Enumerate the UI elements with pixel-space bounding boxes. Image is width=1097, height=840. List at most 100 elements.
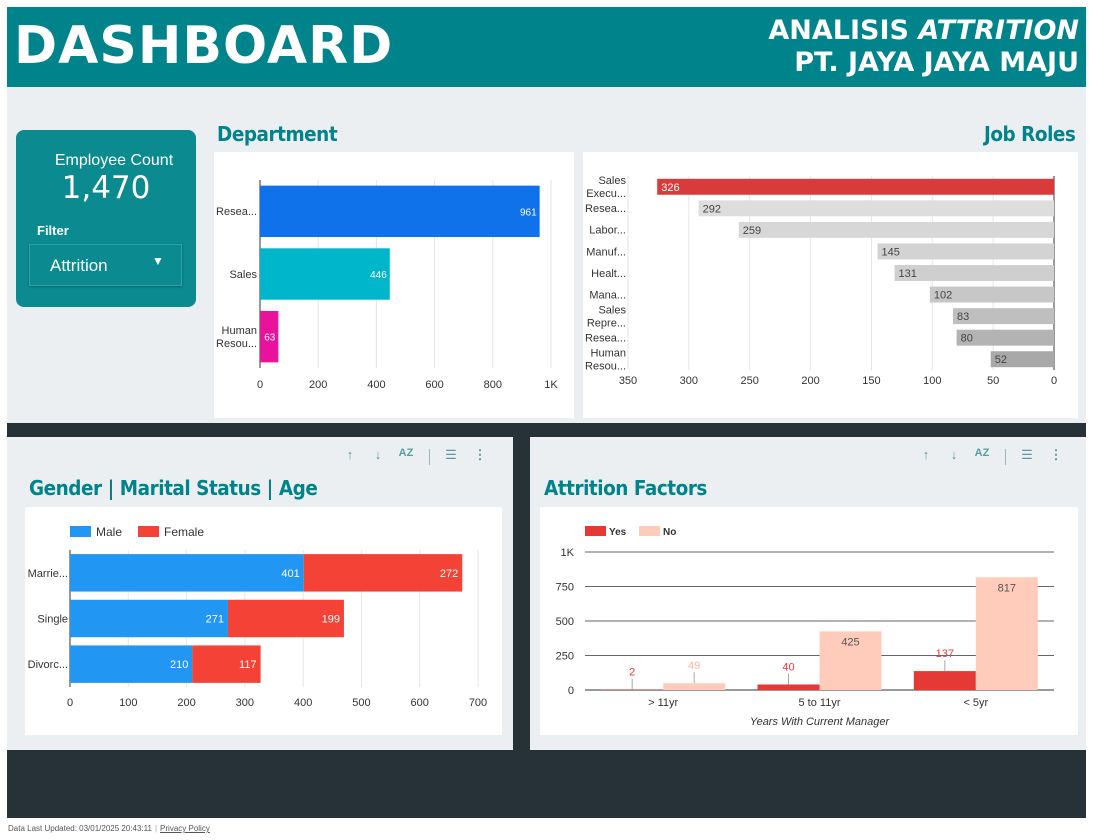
data-label: 259 <box>743 225 761 237</box>
data-label: 102 <box>934 290 952 302</box>
job-roles-chart: 350 300 250 200 150 100 50 0326SalesExecu...292… <box>583 152 1078 418</box>
job-roles-chart-title: Job Roles <box>983 122 1076 146</box>
bar <box>738 221 1054 238</box>
legend-label: Female <box>164 525 204 539</box>
x-tick-label: 500 <box>352 697 370 709</box>
legend-swatch <box>138 526 159 537</box>
x-tick-label: 100 <box>119 697 137 709</box>
bar-segment <box>303 554 463 592</box>
bar <box>260 185 540 238</box>
toolbar-divider <box>1005 449 1006 465</box>
data-label: 145 <box>882 246 900 258</box>
data-label: 210 <box>170 659 188 671</box>
sort-descending-icon[interactable]: ↓ <box>368 447 388 462</box>
category-label: Resou... <box>585 361 626 373</box>
data-label: 52 <box>995 354 1007 366</box>
toolbar-divider <box>429 449 430 465</box>
filter-icon[interactable]: ☰ <box>441 447 461 463</box>
bar-segment <box>70 599 228 638</box>
x-tick-label: 600 <box>425 379 443 391</box>
x-tick-label: 800 <box>484 379 502 391</box>
category-label: Resea... <box>216 206 257 218</box>
data-label: 817 <box>998 582 1016 594</box>
data-label: 961 <box>520 207 537 218</box>
legend-swatch <box>70 526 91 537</box>
legend-swatch <box>585 526 606 536</box>
x-tick-label: 100 <box>923 375 941 387</box>
x-tick-label: 0 <box>257 379 263 391</box>
x-tick-label: 5 to 11yr <box>799 697 841 709</box>
data-label: 40 <box>782 661 794 673</box>
more-options-icon[interactable]: ⋮ <box>470 447 490 463</box>
category-label: Resea... <box>585 203 626 215</box>
data-label: 272 <box>440 568 458 580</box>
data-label: 271 <box>206 614 224 626</box>
x-tick-label: 200 <box>177 697 195 709</box>
y-tick-label: 250 <box>556 651 574 663</box>
caret-down-icon: ▼ <box>152 254 164 268</box>
dashboard-subtitle-line2: PT. JAYA JAYA MAJU <box>794 47 1079 78</box>
legend-label: Yes <box>609 527 627 538</box>
x-tick-label: 200 <box>801 375 819 387</box>
category-label: Marrie... <box>28 568 68 580</box>
sort-az-icon[interactable]: AZ <box>396 447 416 459</box>
sort-ascending-icon[interactable]: ↑ <box>340 447 360 462</box>
x-tick-label: > 11yr <box>648 697 678 709</box>
data-label: 117 <box>239 659 257 671</box>
x-tick-label: 400 <box>294 697 312 709</box>
x-tick-label: 0 <box>1051 375 1057 387</box>
employee-count-label: Employee Count <box>54 152 174 169</box>
x-tick-label: 1K <box>544 379 558 391</box>
attrition-factors-chart: 0 250 500 750 1K Yes No 2 49 > 11yr 40 425 5 to 11yr… <box>540 507 1078 735</box>
bar <box>698 200 1054 217</box>
gender-chart-toolbar: ↑ ↓ AZ ☰ ⋮ <box>340 447 490 467</box>
category-label: Resea... <box>585 333 626 345</box>
x-axis-title: Years With Current Manager <box>750 716 891 728</box>
department-chart-title: Department <box>217 122 338 146</box>
data-label: 80 <box>961 333 973 345</box>
data-label: 292 <box>703 203 721 215</box>
category-label: Execu... <box>586 188 626 200</box>
bar-segment <box>70 554 304 592</box>
category-label: Divorc... <box>28 659 68 671</box>
footer: Data Last Updated: 03/01/2025 20:43:11 | P… <box>8 824 210 833</box>
bar <box>913 671 976 690</box>
attrition-filter-dropdown[interactable]: Attrition ▼ <box>29 244 182 286</box>
filter-selected-value: Attrition <box>50 256 108 275</box>
filter-icon[interactable]: ☰ <box>1017 447 1037 463</box>
y-tick-label: 750 <box>556 582 574 594</box>
x-tick-label: 350 <box>619 375 637 387</box>
category-label: Manuf... <box>586 246 626 258</box>
x-tick-label: 200 <box>309 379 327 391</box>
data-label: 83 <box>957 311 969 323</box>
privacy-policy-link[interactable]: Privacy Policy <box>160 824 210 833</box>
sort-az-icon[interactable]: AZ <box>972 447 992 459</box>
category-label: Repre... <box>587 317 626 329</box>
y-tick-label: 0 <box>568 685 574 697</box>
category-label: Sales <box>229 269 257 281</box>
category-label: Resou... <box>216 338 257 350</box>
sort-ascending-icon[interactable]: ↑ <box>916 447 936 462</box>
dashboard-title: DASHBOARD <box>14 16 394 76</box>
x-tick-label: 300 <box>236 697 254 709</box>
bar <box>657 178 1054 195</box>
x-tick-label: 400 <box>367 379 385 391</box>
more-options-icon[interactable]: ⋮ <box>1046 447 1066 463</box>
y-tick-label: 500 <box>556 616 574 628</box>
x-tick-label: < 5yr <box>963 697 988 709</box>
sort-descending-icon[interactable]: ↓ <box>944 447 964 462</box>
filter-label: Filter <box>37 223 69 238</box>
footer-divider: | <box>154 824 158 833</box>
data-label: 49 <box>688 660 700 672</box>
data-label: 425 <box>841 636 859 648</box>
gender-chart-title: Gender | Marital Status | Age <box>29 476 318 500</box>
subtitle-italic: ATTRITION <box>918 15 1079 46</box>
category-label: Mana... <box>589 289 626 301</box>
gender-marital-chart: 0 100 200 300 400 500 600 700 Male Female 401 272 Ma… <box>25 507 502 735</box>
bar <box>663 683 726 690</box>
data-label: 401 <box>281 568 299 580</box>
data-label: 326 <box>661 182 679 194</box>
x-tick-label: 600 <box>411 697 429 709</box>
category-label: Healt... <box>591 268 626 280</box>
x-tick-label: 300 <box>680 375 698 387</box>
